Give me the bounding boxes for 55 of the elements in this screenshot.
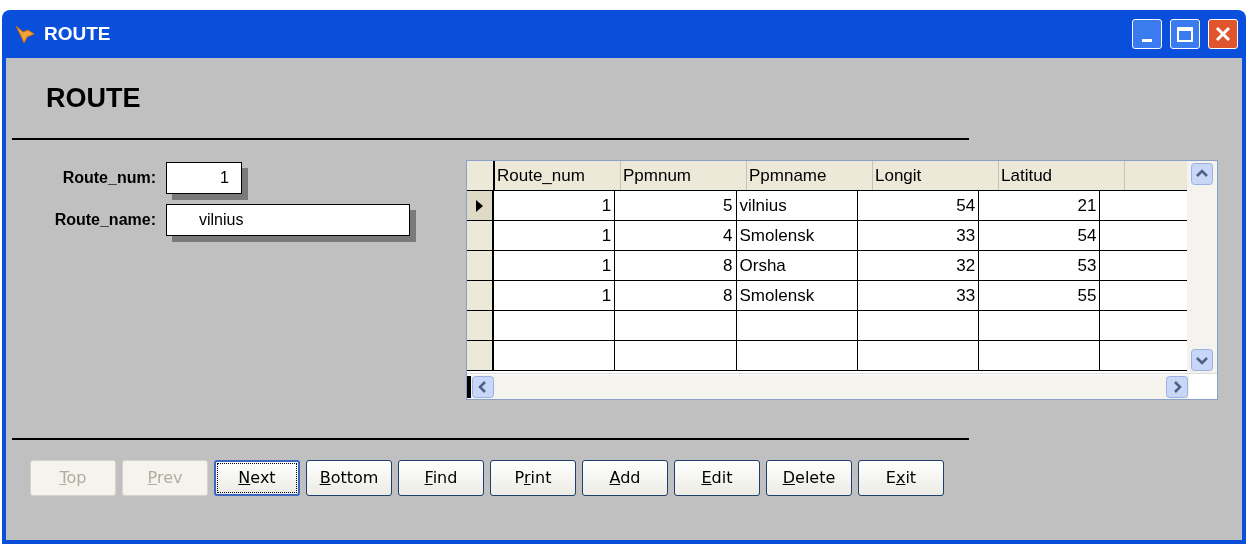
scroll-right-icon[interactable] — [1166, 375, 1188, 398]
table-cell-text: Smolensk — [739, 224, 815, 247]
scroll-left-icon[interactable] — [472, 375, 494, 398]
row-selector[interactable] — [467, 251, 494, 280]
table-cell-text: 5 — [723, 194, 733, 217]
column-header[interactable]: Ppmname — [747, 161, 873, 190]
window-title: ROUTE — [44, 21, 112, 46]
close-button[interactable] — [1208, 19, 1238, 49]
column-header[interactable]: Longit — [873, 161, 999, 190]
table-cell-text: 8 — [723, 284, 733, 307]
horizontal-scrollbar[interactable] — [471, 374, 1189, 399]
table-cell-text: Smolensk — [739, 284, 815, 307]
text-field[interactable]: vilnius — [166, 204, 410, 236]
field-label: Route_name: — [53, 210, 157, 230]
row-selector[interactable] — [467, 341, 494, 370]
action-button[interactable]: Bottom — [306, 460, 392, 496]
table-cell-text: 32 — [956, 254, 976, 277]
action-button[interactable]: Edit — [674, 460, 760, 496]
table-cell-text: 54 — [1077, 224, 1097, 247]
close-icon — [1215, 26, 1231, 42]
scroll-up-icon[interactable] — [1191, 163, 1213, 185]
table-cell-text: 1 — [601, 284, 612, 307]
table-cell-text: 54 — [956, 194, 976, 217]
column-header[interactable]: Ppmnum — [621, 161, 747, 190]
table-cell-text: 55 — [1077, 284, 1097, 307]
action-button[interactable]: Exit — [858, 460, 944, 496]
table-cell-text: 1 — [601, 254, 612, 277]
scroll-down-icon[interactable] — [1191, 349, 1213, 371]
minimize-button[interactable] — [1132, 19, 1162, 49]
row-selector[interactable] — [467, 191, 494, 220]
column-header[interactable]: Route_num — [495, 161, 621, 190]
field-label: Route_num: — [61, 168, 157, 188]
action-button[interactable]: Add — [582, 460, 668, 496]
action-button[interactable]: Next — [214, 460, 300, 496]
table-cell-text: 1 — [601, 194, 612, 217]
table-cell-text: 21 — [1077, 194, 1097, 217]
table-cell-text: 33 — [956, 224, 976, 247]
row-selector[interactable] — [467, 281, 494, 310]
table-cell-text: 1 — [601, 224, 612, 247]
text-field[interactable]: 1 — [166, 162, 242, 194]
table-cell-text: vilnius — [739, 194, 787, 217]
table-cell-text: 33 — [956, 284, 976, 307]
action-button[interactable]: Find — [398, 460, 484, 496]
vertical-scrollbar[interactable] — [1187, 161, 1217, 373]
maximize-button[interactable] — [1170, 19, 1200, 49]
row-selector[interactable] — [467, 221, 494, 250]
table-cell-text: 8 — [723, 254, 733, 277]
table-cell-text: Orsha — [739, 254, 786, 277]
table-cell-text: 53 — [1077, 254, 1097, 277]
action-button[interactable]: Print — [490, 460, 576, 496]
action-button[interactable]: Delete — [766, 460, 852, 496]
row-selector[interactable] — [467, 311, 494, 340]
form-heading: ROUTE — [46, 81, 141, 115]
table-cell-text: 4 — [723, 224, 733, 247]
column-header[interactable]: Latitud — [999, 161, 1125, 190]
